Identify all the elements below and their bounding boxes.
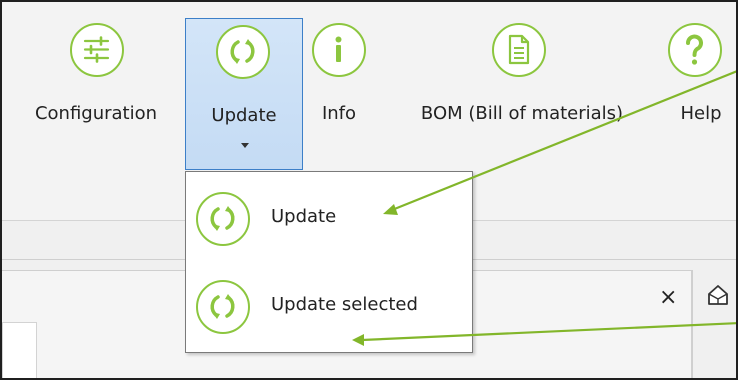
panel-content-area	[2, 322, 37, 378]
house-icon[interactable]	[705, 282, 731, 308]
refresh-icon	[216, 25, 270, 79]
menu-item-update-selected-label: Update selected	[271, 294, 418, 315]
update-button[interactable]: Update	[185, 18, 303, 170]
help-button[interactable]: Help	[662, 16, 736, 172]
app-window: Configuration Update Info BOM (Bill of m…	[0, 0, 738, 380]
configuration-label: Configuration	[34, 103, 158, 124]
help-icon	[668, 23, 722, 77]
info-label: Info	[321, 103, 357, 124]
menu-item-update[interactable]: Update	[186, 182, 472, 254]
menu-item-update-selected[interactable]: Update selected	[186, 270, 472, 342]
refresh-icon	[196, 192, 250, 246]
chevron-down-icon	[241, 143, 249, 148]
close-icon[interactable]: ×	[659, 285, 677, 310]
bom-label: BOM (Bill of materials)	[420, 103, 624, 124]
document-icon	[492, 23, 546, 77]
update-dropdown-menu: Update Update selected	[185, 171, 473, 353]
side-tab	[692, 270, 736, 378]
help-label: Help	[680, 103, 722, 124]
menu-item-update-label: Update	[271, 206, 337, 227]
configuration-button[interactable]: Configuration	[16, 16, 176, 172]
refresh-icon	[196, 280, 250, 334]
info-button[interactable]: Info	[308, 16, 370, 172]
sliders-icon	[70, 23, 124, 77]
info-icon	[312, 23, 366, 77]
bom-button[interactable]: BOM (Bill of materials)	[386, 16, 658, 172]
update-label: Update	[211, 105, 277, 126]
